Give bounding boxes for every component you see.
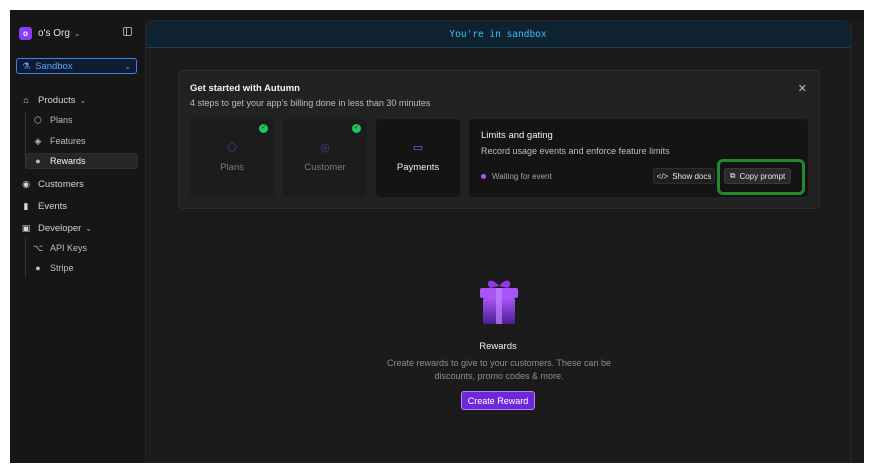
create-reward-button[interactable]: Create Reward <box>461 391 535 410</box>
sidebar-item-label: Developer <box>38 222 82 234</box>
onboarding-title: Get started with Autumn <box>190 83 300 94</box>
close-icon[interactable]: ✕ <box>798 82 807 95</box>
sandbox-banner-text: You're in sandbox <box>449 28 547 40</box>
puzzle-icon: ◈ <box>34 135 42 146</box>
step-label: Plans <box>220 162 244 173</box>
sidebar-item-developer[interactable]: ▣ Developer ⌄ <box>20 220 140 236</box>
org-name: o's Org <box>38 27 70 39</box>
tag-icon: ● <box>35 156 41 166</box>
org-switcher[interactable]: o o's Org ⌄ <box>19 24 135 42</box>
app-window: o o's Org ⌄ ⚗ Sandbox ⌄ ⌂ Products ⌄ ⬡ P… <box>10 10 864 463</box>
step-payments[interactable]: ▭ Payments <box>376 119 460 197</box>
sidebar-item-label: Stripe <box>50 263 74 273</box>
chevron-down-icon: ⌄ <box>73 28 81 38</box>
show-docs-button[interactable]: </> Show docs <box>653 168 715 184</box>
onboarding-subtitle: 4 steps to get your app's billing done i… <box>190 98 431 108</box>
sidebar-item-stripe[interactable]: ● Stripe <box>32 260 138 276</box>
sidebar-item-label: Products <box>38 94 76 106</box>
terminal-icon: ▣ <box>21 222 31 233</box>
copy-icon: ⧉ <box>729 171 736 180</box>
chevron-down-icon: ⌄ <box>85 223 93 233</box>
main-panel: You're in sandbox Get started with Autum… <box>145 20 851 463</box>
step-plans[interactable]: ✓ ⬡ Plans <box>190 119 274 197</box>
empty-state-title: Rewards <box>479 341 517 352</box>
package-icon: ⌂ <box>23 95 29 105</box>
step-label: Payments <box>396 162 440 173</box>
bar-chart-icon: ▮ <box>23 200 29 211</box>
sidebar-item-label: Features <box>50 136 86 146</box>
gift-icon <box>480 280 518 324</box>
sidebar-item-products[interactable]: ⌂ Products ⌄ <box>20 92 140 108</box>
sidebar-item-features[interactable]: ◈ Features <box>32 133 138 149</box>
empty-state-description: Create rewards to give to your customers… <box>387 358 611 381</box>
sidebar-item-plans[interactable]: ⬡ Plans <box>32 112 138 128</box>
check-icon: ✓ <box>259 124 268 133</box>
show-docs-label: Show docs <box>672 171 712 181</box>
cube-icon: ⬡ <box>227 142 237 154</box>
tree-line <box>25 237 26 278</box>
environment-select[interactable]: ⚗ Sandbox ⌄ <box>16 58 137 74</box>
status-text: Waiting for event <box>492 172 552 181</box>
stripe-icon: ● <box>35 263 41 273</box>
step-label: Customer <box>304 162 346 173</box>
sidebar-item-label: Events <box>38 200 68 212</box>
sidebar: o o's Org ⌄ ⚗ Sandbox ⌄ ⌂ Products ⌄ ⬡ P… <box>10 10 145 463</box>
environment-label: Sandbox <box>35 60 73 72</box>
copy-prompt-button[interactable]: ⧉ Copy prompt <box>724 168 791 184</box>
user-circle-icon: ◉ <box>22 178 30 189</box>
key-icon: ⌥ <box>32 242 44 253</box>
chevron-down-icon: ⌄ <box>124 61 131 71</box>
sidebar-item-api-keys[interactable]: ⌥ API Keys <box>32 240 138 256</box>
sidebar-item-label: Plans <box>50 115 73 125</box>
status-indicator: Waiting for event <box>481 172 552 181</box>
check-icon: ✓ <box>352 124 361 133</box>
status-dot-icon <box>481 174 486 179</box>
code-icon: </> <box>656 171 669 181</box>
chevron-down-icon: ⌄ <box>79 95 87 105</box>
copy-prompt-label: Copy prompt <box>739 171 786 181</box>
org-avatar: o <box>19 26 32 40</box>
cube-icon: ⬡ <box>34 114 42 125</box>
sidebar-item-label: API Keys <box>50 243 88 253</box>
right-edge-strip <box>851 20 864 463</box>
sidebar-item-label: Customers <box>38 178 84 190</box>
onboarding-card: Get started with Autumn 4 steps to get y… <box>178 70 820 209</box>
sandbox-banner: You're in sandbox <box>146 21 850 48</box>
sidebar-item-events[interactable]: ▮ Events <box>20 198 140 214</box>
step-detail-panel: Limits and gating Record usage events an… <box>469 119 808 197</box>
step-detail-subtitle: Record usage events and enforce feature … <box>481 146 670 156</box>
step-detail-title: Limits and gating <box>481 130 553 141</box>
sidebar-item-label: Rewards <box>50 156 86 166</box>
flask-icon: ⚗ <box>22 60 31 71</box>
credit-card-icon: ▭ <box>412 142 424 154</box>
user-circle-icon: ◎ <box>320 142 330 154</box>
sidebar-toggle-icon[interactable] <box>123 27 132 36</box>
sidebar-item-customers[interactable]: ◉ Customers <box>20 176 140 192</box>
sidebar-item-rewards[interactable]: ● Rewards <box>26 153 138 169</box>
step-customer[interactable]: ✓ ◎ Customer <box>283 119 367 197</box>
